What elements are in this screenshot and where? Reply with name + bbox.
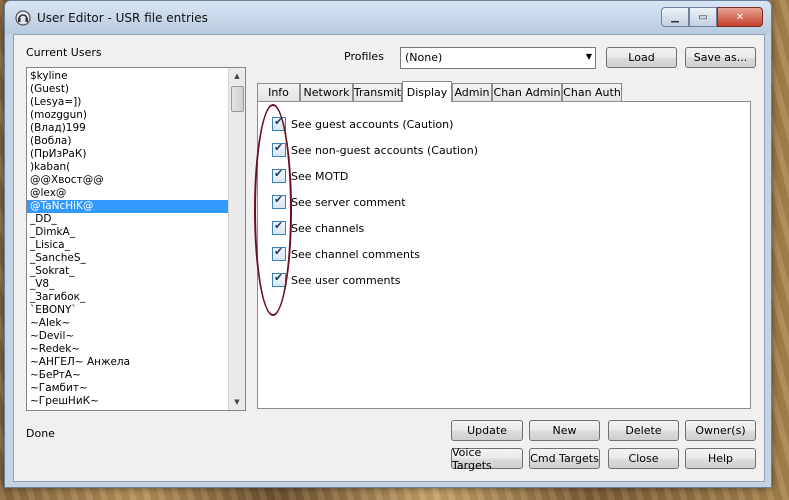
list-item[interactable]: `EBONY` (27, 304, 230, 317)
load-button[interactable]: Load (606, 47, 677, 68)
list-item[interactable]: (Влад)199 (27, 122, 230, 135)
list-item[interactable]: (Lesya=]) (27, 96, 230, 109)
close-icon: ✕ (735, 11, 745, 23)
option-label: See non-guest accounts (Caution) (291, 143, 479, 157)
profiles-value: (None) (405, 51, 443, 64)
scroll-up-icon[interactable]: ▲ (229, 68, 245, 84)
scroll-thumb[interactable] (231, 86, 244, 112)
update-button[interactable]: Update (451, 420, 523, 441)
minimize-icon: ▁ (671, 11, 679, 23)
title-bar[interactable]: User Editor - USR file entries ▁ ▭ ✕ (5, 1, 771, 34)
list-item[interactable]: ~Redek~ (27, 343, 230, 356)
tab-admin[interactable]: Admin (452, 83, 492, 101)
close-window-button[interactable]: ✕ (717, 7, 763, 27)
dialog-client-area: Current Users $kyline (Guest) (Lesya=]) (mo… (13, 34, 765, 482)
delete-button[interactable]: Delete (608, 420, 679, 441)
list-item[interactable]: )kaban( (27, 161, 230, 174)
option-see-server-comment[interactable]: See server comment (272, 193, 406, 209)
window-title: User Editor - USR file entries (37, 11, 208, 25)
save-as-button[interactable]: Save as... (685, 47, 756, 68)
current-users-label: Current Users (26, 46, 102, 59)
list-item[interactable]: @lex@ (27, 187, 230, 200)
list-item[interactable]: ~Alek~ (27, 317, 230, 330)
tab-display[interactable]: Display (402, 81, 452, 102)
list-item[interactable]: $kyline (27, 70, 230, 83)
tab-network[interactable]: Network (300, 83, 353, 101)
tab-chan-admin[interactable]: Chan Admin (492, 83, 562, 101)
close-button[interactable]: Close (608, 448, 679, 469)
annotation-ellipse (254, 104, 292, 316)
list-item[interactable]: ~ГрешНиК~ (27, 395, 230, 408)
app-icon (15, 10, 31, 26)
list-item[interactable]: @@Хвост@@ (27, 174, 230, 187)
list-item[interactable]: _Sokrat_ (27, 265, 230, 278)
list-item[interactable]: (mozggun) (27, 109, 230, 122)
list-item[interactable]: _Загибок_ (27, 291, 230, 304)
tab-chan-auth[interactable]: Chan Auth (562, 83, 622, 101)
user-list-scrollbar[interactable]: ▲ ▼ (228, 68, 245, 410)
owners-button[interactable]: Owner(s) (685, 420, 756, 441)
option-see-channel-comments[interactable]: See channel comments (272, 245, 421, 261)
list-item[interactable]: _Lisica_ (27, 239, 230, 252)
option-label: See MOTD (291, 169, 349, 183)
list-item[interactable]: (Вобла) (27, 135, 230, 148)
voice-targets-button[interactable]: Voice Targets (451, 446, 523, 472)
display-tab-panel: See guest accounts (Caution) See non-gue… (257, 101, 751, 409)
maximize-icon: ▭ (698, 11, 708, 23)
list-item[interactable]: ~Гамбит~ (27, 382, 230, 395)
option-label: See server comment (291, 195, 406, 209)
list-item[interactable]: (ПрИзРаК) (27, 148, 230, 161)
list-item[interactable]: _V8_ (27, 278, 230, 291)
scroll-down-icon[interactable]: ▼ (229, 394, 245, 410)
option-see-guest-accounts[interactable]: See guest accounts (Caution) (272, 115, 454, 131)
list-item[interactable]: _DD_ (27, 213, 230, 226)
list-item[interactable]: (Guest) (27, 83, 230, 96)
minimize-button[interactable]: ▁ (661, 7, 689, 27)
user-list[interactable]: $kyline (Guest) (Lesya=]) (mozggun) (Влад)19… (26, 67, 246, 411)
option-see-user-comments[interactable]: See user comments (272, 271, 401, 287)
tab-info[interactable]: Info (257, 83, 300, 101)
list-item[interactable]: ~АНГЕЛ~ Анжела (27, 356, 230, 369)
profiles-dropdown[interactable]: (None) ▼ (400, 47, 596, 69)
list-item[interactable]: ~Devil~ (27, 330, 230, 343)
tab-transmit[interactable]: Transmit (353, 83, 402, 101)
list-item[interactable]: _SancheS_ (27, 252, 230, 265)
new-button[interactable]: New (529, 420, 600, 441)
cmd-targets-button[interactable]: Cmd Targets (529, 448, 600, 469)
status-text: Done (26, 427, 55, 440)
list-item[interactable]: _DimkA_ (27, 226, 230, 239)
help-button[interactable]: Help (685, 448, 756, 469)
maximize-button[interactable]: ▭ (689, 7, 717, 27)
option-see-non-guest-accounts[interactable]: See non-guest accounts (Caution) (272, 141, 479, 157)
list-item[interactable]: @TaNcHiK@ (27, 200, 230, 213)
option-label: See channel comments (291, 247, 421, 261)
chevron-down-icon: ▼ (585, 52, 592, 61)
option-label: See guest accounts (Caution) (291, 117, 454, 131)
user-editor-window: User Editor - USR file entries ▁ ▭ ✕ Cur… (4, 0, 772, 488)
profiles-label: Profiles (344, 50, 384, 63)
list-item[interactable]: ~БеРтА~ (27, 369, 230, 382)
option-label: See channels (291, 221, 365, 235)
option-label: See user comments (291, 273, 401, 287)
